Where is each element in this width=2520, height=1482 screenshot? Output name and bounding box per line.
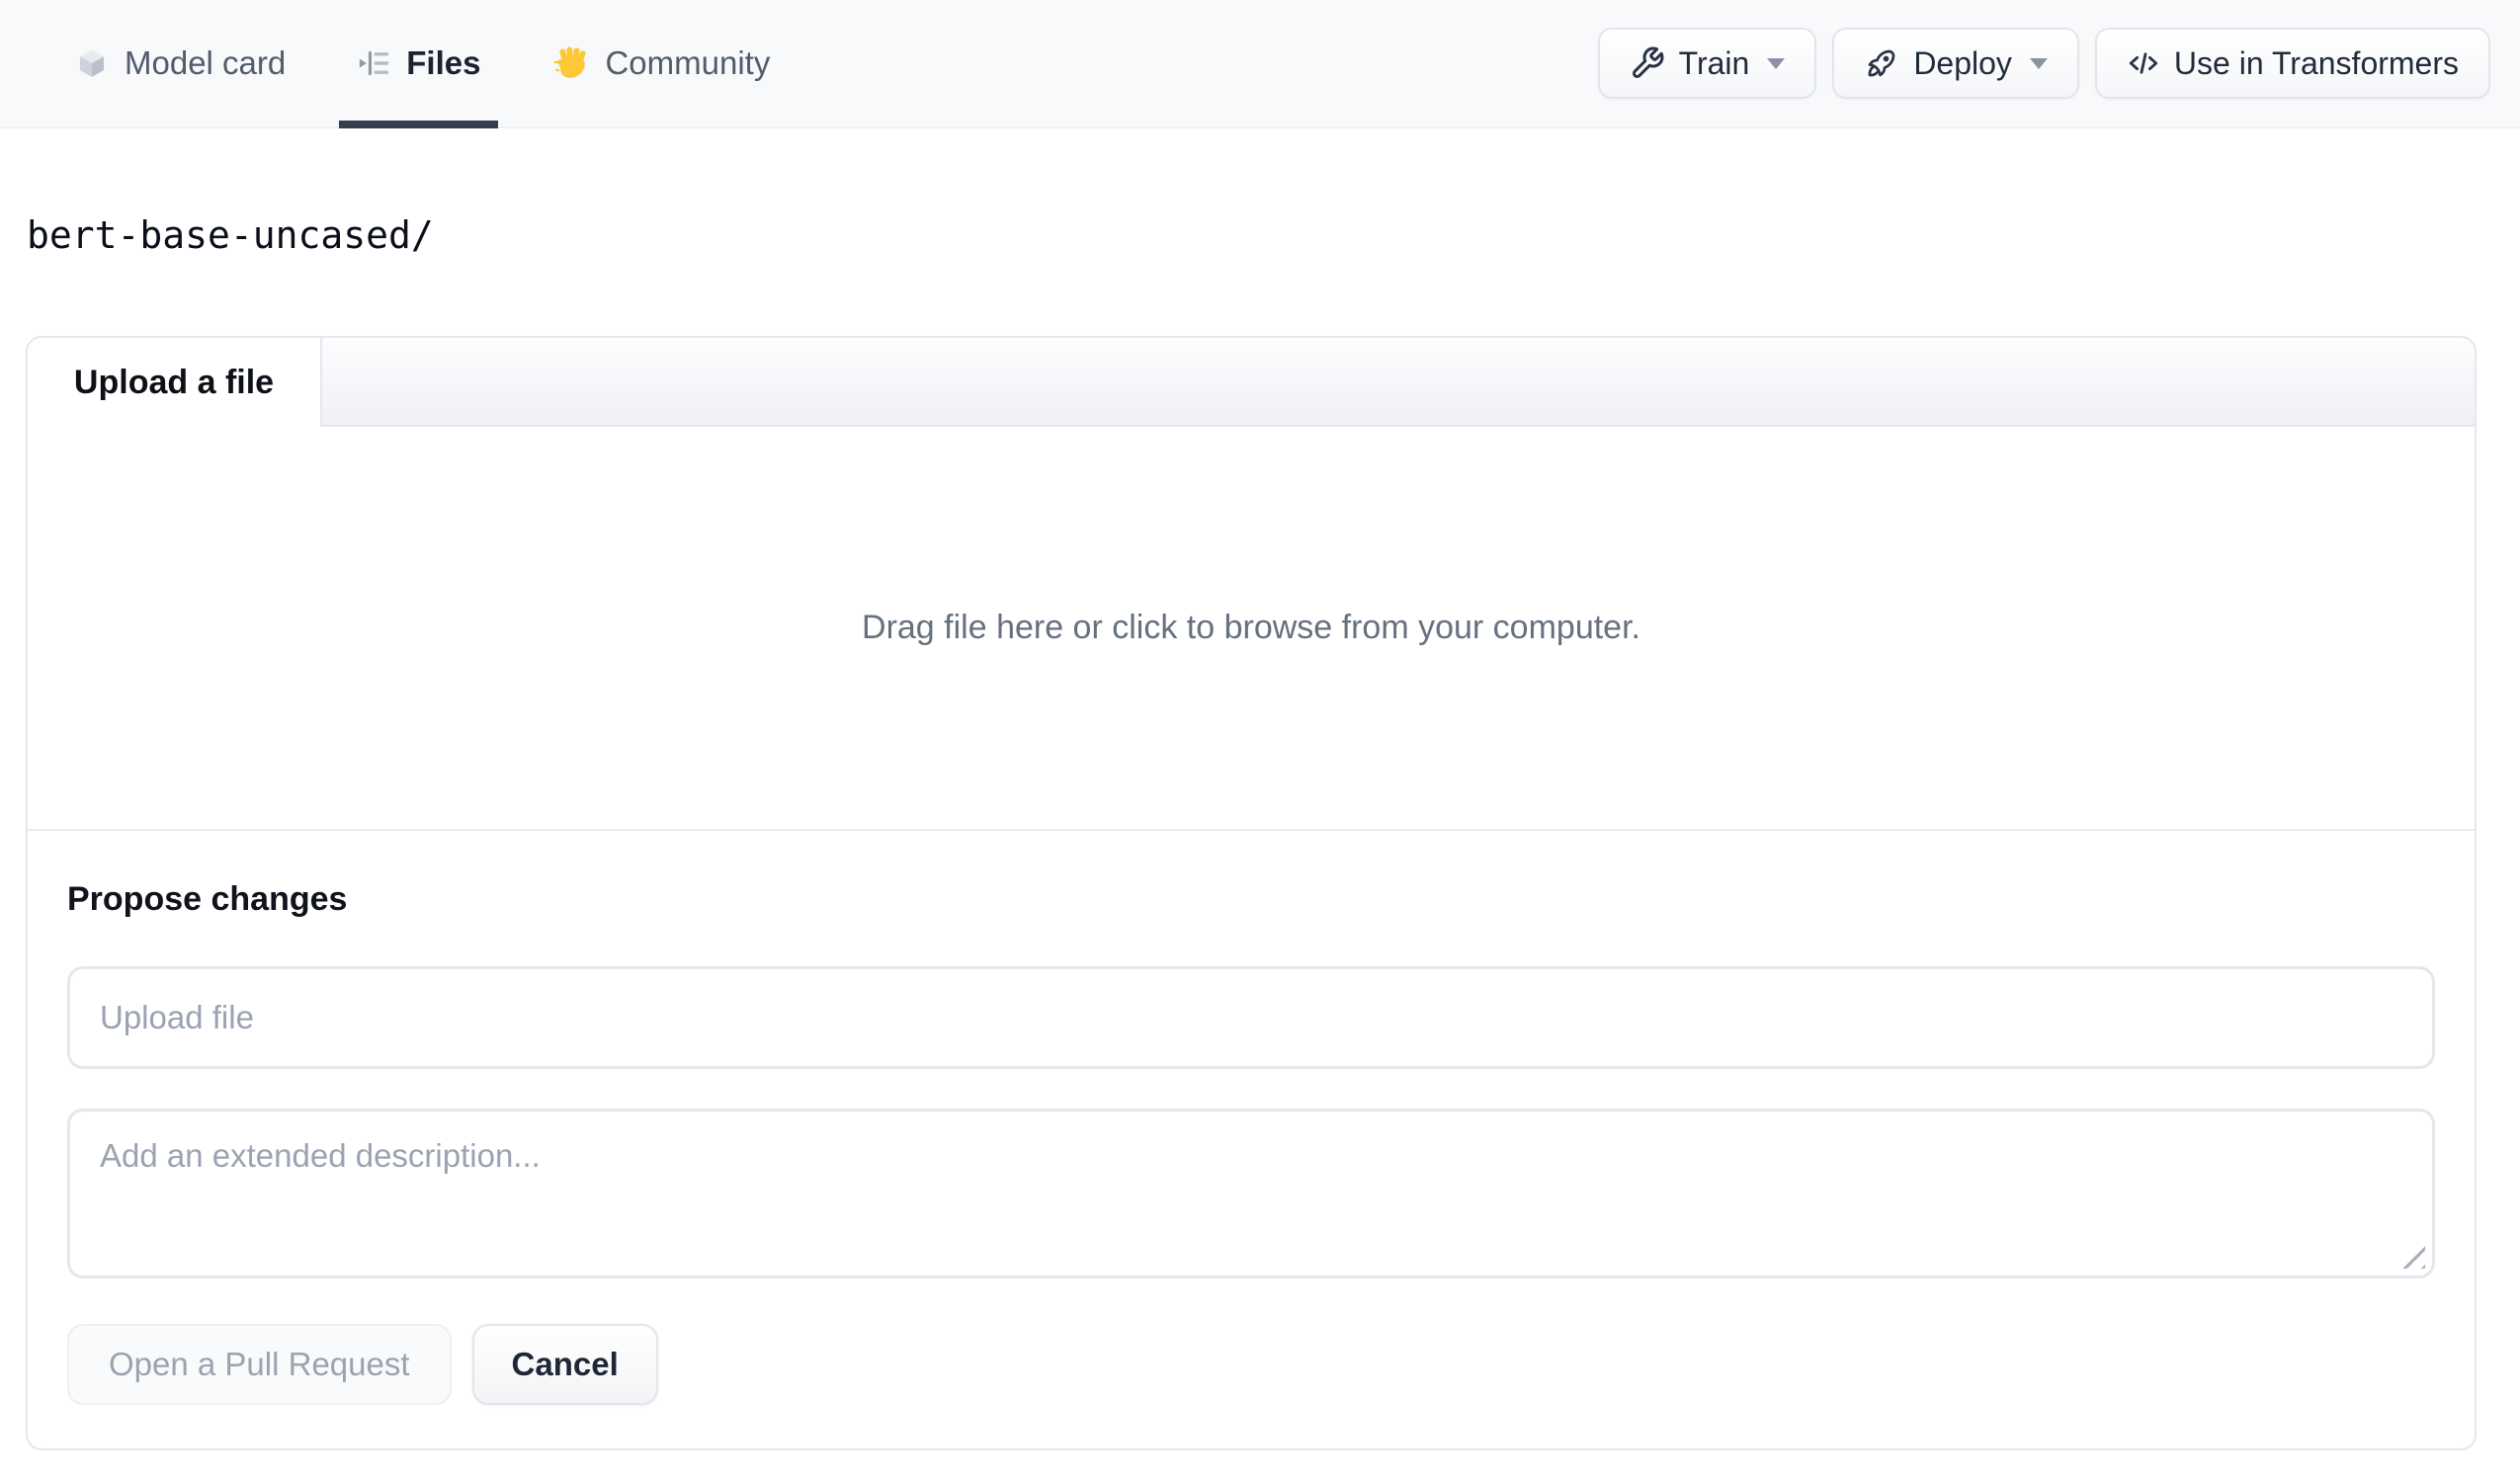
wrench-icon: [1630, 45, 1665, 81]
extended-description-textarea[interactable]: [67, 1109, 2435, 1278]
files-icon: [357, 46, 390, 80]
train-button[interactable]: Train: [1597, 28, 1817, 99]
model-tabs-bar: Model card Files Community Train Deploy …: [0, 0, 2520, 128]
tab-upload-a-file-label: Upload a file: [73, 363, 275, 401]
tab-community-label: Community: [605, 44, 771, 81]
use-in-transformers-label: Use in Transformers: [2173, 44, 2459, 81]
upload-file-card: Upload a file Drag file here or click to…: [26, 336, 2477, 1450]
chevron-down-icon: [1767, 57, 1786, 69]
nav-actions: Train Deploy Use in Transformers: [1597, 0, 2520, 126]
tab-model-card[interactable]: Model card: [57, 0, 303, 126]
propose-changes-section: Propose changes Open a Pull Request Canc…: [28, 880, 2475, 1448]
wave-icon: [551, 44, 589, 82]
dropzone-hint-text: Drag file here or click to browse from y…: [862, 609, 1640, 646]
tab-files-label: Files: [406, 44, 481, 81]
code-icon: [2127, 46, 2160, 80]
file-dropzone[interactable]: Drag file here or click to browse from y…: [28, 427, 2475, 831]
use-in-transformers-button[interactable]: Use in Transformers: [2094, 28, 2490, 99]
rocket-icon: [1864, 45, 1899, 81]
tab-model-card-label: Model card: [125, 44, 287, 81]
breadcrumb[interactable]: bert-base-uncased/: [27, 213, 2520, 257]
upload-filename-input[interactable]: [67, 966, 2435, 1069]
deploy-button-label: Deploy: [1913, 44, 2012, 81]
upload-card-header: Upload a file: [28, 338, 2475, 427]
tab-community[interactable]: Community: [534, 0, 788, 126]
nav-tabs: Model card Files Community: [0, 0, 788, 128]
description-field-wrap: [67, 1109, 2435, 1278]
page: Model card Files Community Train Deploy …: [0, 0, 2520, 1482]
card-header-filler: [322, 338, 2475, 427]
deploy-button[interactable]: Deploy: [1832, 28, 2079, 99]
tab-upload-a-file[interactable]: Upload a file: [28, 338, 322, 427]
propose-changes-heading: Propose changes: [67, 880, 348, 918]
tab-files[interactable]: Files: [339, 0, 499, 128]
cube-icon: [75, 46, 109, 80]
cancel-button[interactable]: Cancel: [471, 1324, 658, 1405]
train-button-label: Train: [1678, 44, 1750, 81]
chevron-down-icon: [2029, 57, 2048, 69]
open-pull-request-button[interactable]: Open a Pull Request: [67, 1324, 452, 1405]
propose-actions: Open a Pull Request Cancel: [67, 1324, 2435, 1405]
